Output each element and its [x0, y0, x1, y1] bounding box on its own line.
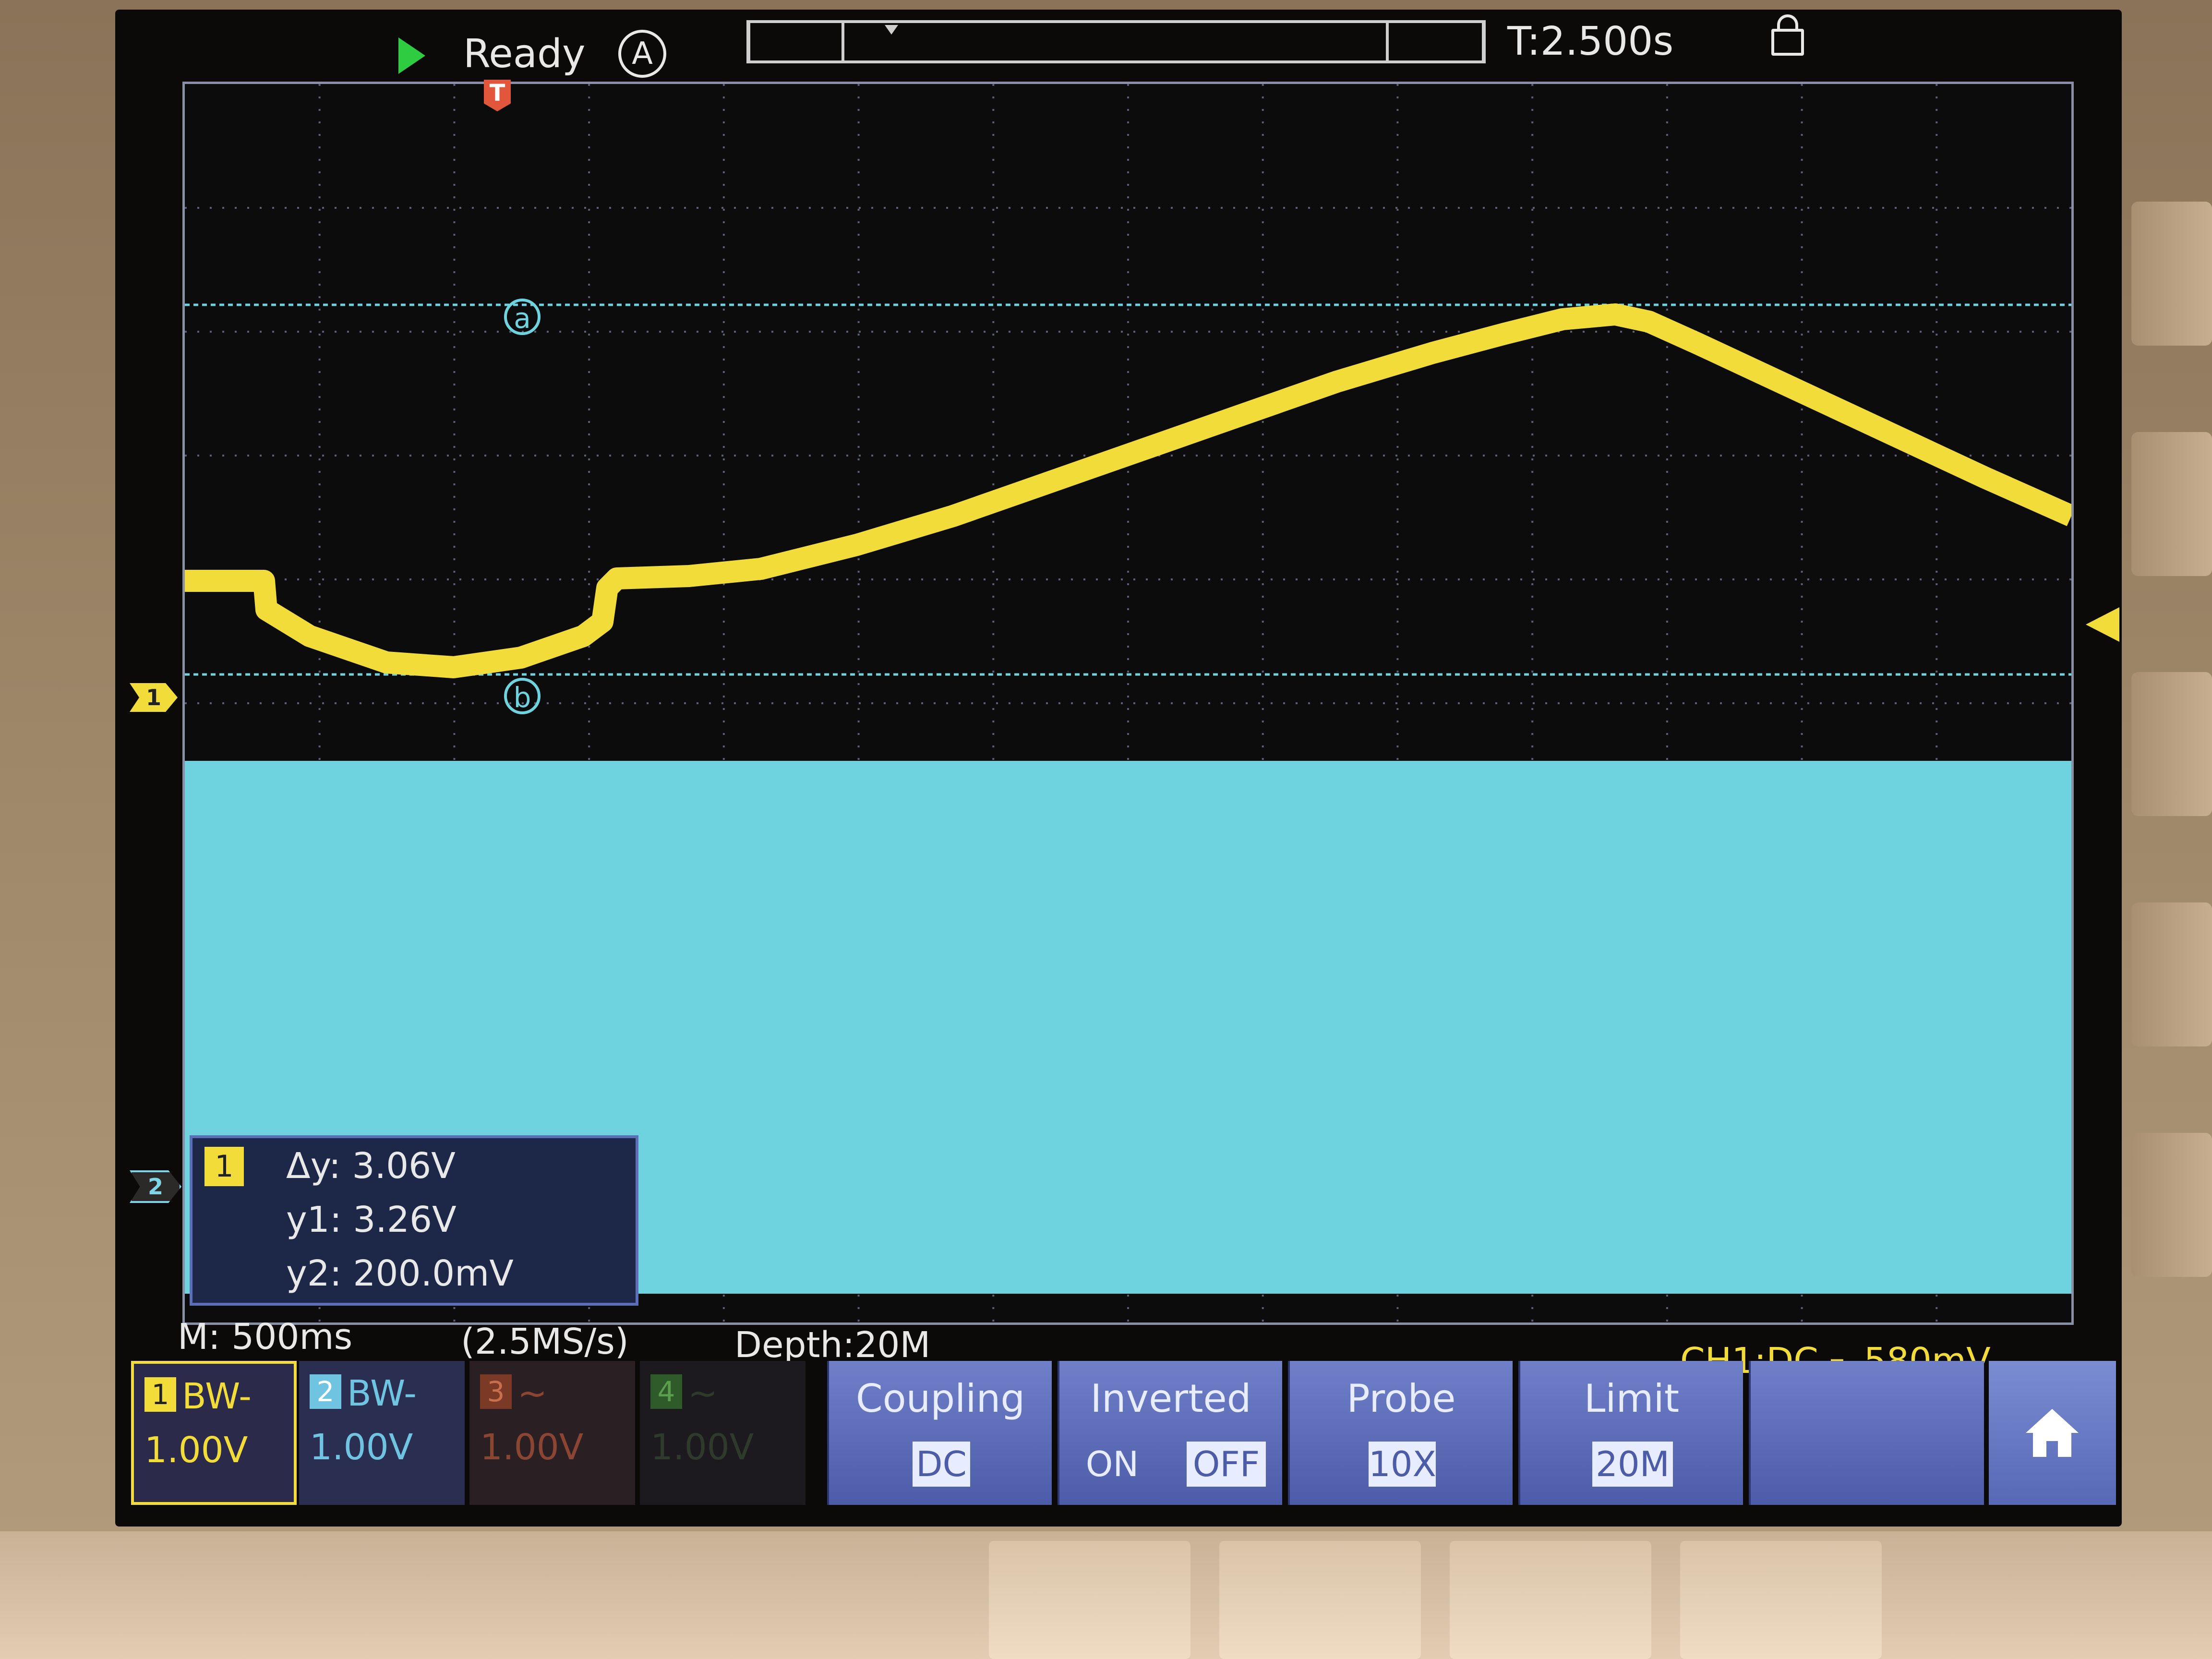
play-icon [398, 37, 425, 74]
side-key-4[interactable] [2131, 902, 2212, 1046]
home-button[interactable] [1989, 1361, 2116, 1505]
time-position: T:2.500s [1507, 19, 1674, 64]
sample-rate-readout: (2.5MS/s) [461, 1321, 629, 1362]
ch1-trace [185, 303, 2071, 678]
inverted-title: Inverted [1090, 1376, 1251, 1421]
inverted-on-option: ON [1085, 1444, 1139, 1484]
probe-title: Probe [1346, 1376, 1456, 1421]
cursor-measurement-panel: 1 Δy: 3.06V y1: 3.26V y2: 200.0mV [190, 1135, 638, 1306]
channel-1-badge: 1 [144, 1377, 176, 1412]
coupling-value: DC [913, 1442, 970, 1487]
memory-depth-readout: Depth:20M [734, 1324, 931, 1366]
inverted-button[interactable]: Inverted ON OFF [1058, 1361, 1282, 1505]
channel-4-badge: 4 [650, 1374, 682, 1409]
channel-3-scale: 1.00V [480, 1427, 584, 1468]
channel-2-bandwidth: BW- [347, 1373, 417, 1414]
channel-2-tab[interactable]: 2 BW- 1.00V [299, 1361, 465, 1505]
channel-2-scale: 1.00V [310, 1427, 413, 1468]
memory-position-bar [746, 20, 1486, 63]
channel-3-bandwidth: ~ [517, 1373, 548, 1414]
coupling-button[interactable]: Coupling DC [827, 1361, 1052, 1505]
bottom-menu: 1 BW- 1.00V 2 BW- 1.00V 3 ~ 1.00V 4 ~ 1.… [129, 1361, 2119, 1524]
lock-icon [1771, 14, 1804, 56]
memory-window [842, 23, 1389, 60]
trigger-position-marker [885, 25, 898, 35]
home-icon [2026, 1409, 2079, 1457]
trigger-level-marker[interactable] [2086, 607, 2119, 642]
measurement-channel-badge: 1 [204, 1147, 244, 1186]
softkey-3[interactable] [1450, 1541, 1651, 1659]
softkey-2[interactable] [1219, 1541, 1421, 1659]
side-key-2[interactable] [2131, 432, 2212, 576]
side-key-3[interactable] [2131, 672, 2212, 816]
y1-value: y1: 3.26V [286, 1199, 457, 1240]
channel-4-scale: 1.00V [650, 1427, 754, 1468]
channel-1-scale: 1.00V [144, 1430, 248, 1471]
side-key-5[interactable] [2131, 1133, 2212, 1277]
channel-2-badge: 2 [310, 1374, 341, 1409]
softkey-1[interactable] [989, 1541, 1190, 1659]
channel-4-bandwidth: ~ [688, 1373, 718, 1414]
limit-title: Limit [1584, 1376, 1680, 1421]
channel-4-tab[interactable]: 4 ~ 1.00V [640, 1361, 805, 1505]
inverted-off-option: OFF [1187, 1442, 1266, 1487]
y2-value: y2: 200.0mV [286, 1253, 514, 1294]
limit-button[interactable]: Limit 20M [1518, 1361, 1743, 1505]
cursor-a-label: a [504, 299, 541, 335]
timebase-readout: M: 500ms [178, 1316, 353, 1358]
softkey-4[interactable] [1680, 1541, 1882, 1659]
channel-3-badge: 3 [480, 1374, 512, 1409]
coupling-title: Coupling [855, 1376, 1025, 1421]
probe-value: 10X [1369, 1442, 1436, 1487]
cursor-b-label: b [504, 678, 541, 714]
trigger-mode-icon: A [618, 30, 666, 78]
empty-menu-button[interactable] [1749, 1361, 1984, 1505]
channel-1-bandwidth: BW- [182, 1376, 252, 1417]
side-key-1[interactable] [2131, 202, 2212, 346]
limit-value: 20M [1592, 1442, 1673, 1487]
delta-y-value: Δy: 3.06V [286, 1145, 456, 1187]
run-state: Ready [463, 31, 586, 77]
probe-button[interactable]: Probe 10X [1288, 1361, 1513, 1505]
channel-3-tab[interactable]: 3 ~ 1.00V [469, 1361, 635, 1505]
channel-1-tab[interactable]: 1 BW- 1.00V [131, 1361, 297, 1505]
